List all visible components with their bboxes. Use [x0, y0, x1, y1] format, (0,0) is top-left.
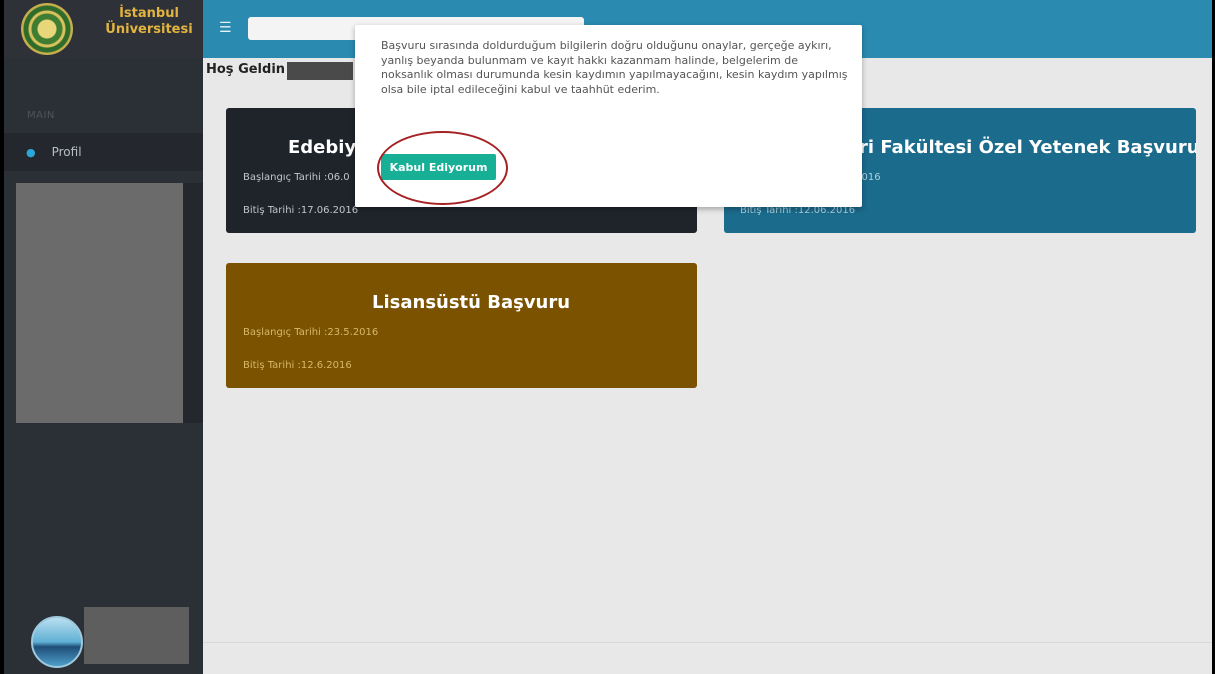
highlight-ring	[377, 131, 508, 205]
consent-text: Başvuru sırasında doldurduğum bilgilerin…	[381, 39, 848, 96]
app-window: İstanbul Üniversitesi MAIN ● Profil ☰ Ho…	[4, 0, 1212, 674]
consent-modal: Başvuru sırasında doldurduğum bilgilerin…	[355, 25, 862, 207]
